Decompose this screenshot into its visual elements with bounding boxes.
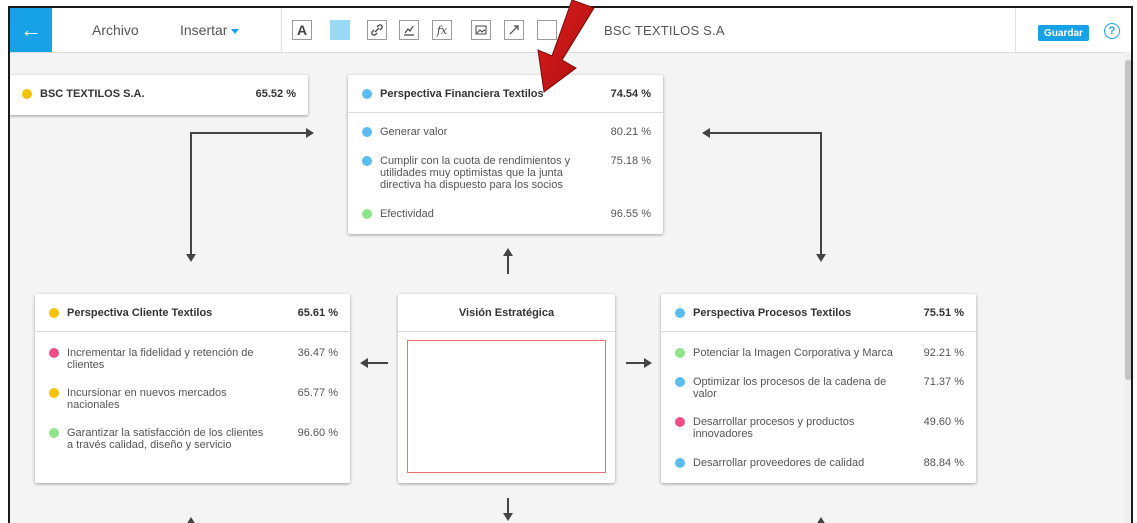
status-dot-icon — [362, 127, 372, 137]
fill-color-button[interactable] — [330, 20, 350, 40]
text-tool-button[interactable]: A — [292, 20, 312, 40]
arrow-down-icon — [186, 254, 196, 262]
arrow-right-icon — [306, 128, 314, 138]
perspective-card-procesos[interactable]: Perspectiva Procesos Textilos 75.51 % Po… — [661, 294, 976, 483]
status-dot-icon — [675, 458, 685, 468]
status-dot-icon — [362, 89, 372, 99]
function-icon: fx — [436, 23, 448, 37]
toolbar-divider — [281, 8, 282, 52]
vision-content-area[interactable] — [407, 340, 606, 473]
perspective-card-cliente[interactable]: Perspectiva Cliente Textilos 65.61 % Inc… — [35, 294, 350, 483]
scrollbar-thumb[interactable] — [1125, 60, 1131, 380]
connector-line — [190, 132, 192, 256]
menu-insertar[interactable]: Insertar — [180, 22, 240, 38]
objective-text: Potenciar la Imagen Corporativa y Marca — [693, 347, 893, 359]
status-dot-icon — [362, 156, 372, 166]
link-button[interactable] — [367, 20, 387, 40]
card-value: 75.51 % — [923, 307, 964, 319]
card-value: 65.61 % — [297, 307, 338, 319]
objective-value: 96.55 % — [610, 208, 651, 220]
objective-value: 88.84 % — [923, 457, 964, 469]
menu-insertar-label: Insertar — [180, 22, 228, 38]
formula-button[interactable]: fx — [432, 20, 452, 40]
arrow-left-icon — [702, 128, 710, 138]
card-value: 74.54 % — [610, 88, 651, 100]
arrow-left-icon — [360, 358, 368, 368]
card-title: Perspectiva Procesos Textilos — [693, 307, 852, 319]
objective-text: Desarrollar procesos y productos innovad… — [693, 416, 855, 440]
objective-text: Incursionar en nuevos mercados nacionale… — [67, 387, 227, 411]
caret-down-icon — [231, 28, 240, 34]
status-dot-icon — [49, 388, 59, 398]
connector-line — [626, 362, 646, 364]
status-dot-icon — [675, 308, 685, 318]
status-dot-icon — [362, 209, 372, 219]
chart-icon — [404, 25, 414, 36]
status-dot-icon — [675, 417, 685, 427]
menu-archivo[interactable]: Archivo — [92, 22, 139, 38]
back-button[interactable]: ← — [10, 8, 52, 52]
card-title: BSC TEXTILOS S.A. — [40, 88, 145, 100]
connector-line — [710, 132, 822, 134]
objective-text: Cumplir con la cuota de rendimientos y u… — [380, 155, 571, 191]
objective-text: Desarrollar proveedores de calidad — [693, 457, 865, 469]
objective-text: Incrementar la fidelidad y retención de … — [67, 347, 254, 371]
chart-button[interactable] — [399, 20, 419, 40]
image-icon — [475, 25, 487, 35]
connector-line — [368, 362, 388, 364]
vision-card[interactable]: Visión Estratégica — [398, 294, 615, 483]
connector-line — [190, 132, 308, 134]
arrow-up-icon — [503, 248, 513, 256]
card-title: Visión Estratégica — [458, 307, 555, 319]
connector-line — [507, 256, 509, 274]
vertical-scrollbar[interactable] — [1124, 52, 1131, 523]
objective-text: Garantizar la satisfacción de los client… — [67, 427, 264, 451]
help-icon[interactable]: ? — [1104, 23, 1120, 39]
arrow-down-icon — [816, 254, 826, 262]
status-dot-icon — [49, 348, 59, 358]
arrow-up-icon — [186, 517, 196, 523]
arrow-down-icon — [503, 513, 513, 521]
objective-value: 49.60 % — [923, 416, 964, 428]
objective-value: 80.21 % — [610, 126, 651, 138]
status-dot-icon — [49, 308, 59, 318]
connector-line — [507, 498, 509, 514]
card-title: Perspectiva Cliente Textilos — [67, 307, 213, 319]
text-icon: A — [296, 22, 308, 38]
document-title: BSC TEXTILOS S.A — [604, 23, 725, 38]
objective-value: 65.77 % — [297, 387, 338, 399]
objective-value: 96.60 % — [297, 427, 338, 439]
arrow-right-icon — [644, 358, 652, 368]
annotation-arrow-icon — [537, 0, 595, 93]
status-dot-icon — [49, 428, 59, 438]
save-button[interactable]: Guardar — [1038, 25, 1089, 41]
arrow-left-icon: ← — [20, 17, 42, 42]
objective-value: 36.47 % — [297, 347, 338, 359]
connector-line — [820, 132, 822, 256]
image-button[interactable] — [471, 20, 491, 40]
perspective-card-financiera[interactable]: Perspectiva Financiera Textilos 74.54 % … — [348, 75, 663, 234]
status-dot-icon — [22, 89, 32, 99]
card-value: 65.52 % — [255, 88, 296, 100]
root-card[interactable]: BSC TEXTILOS S.A. 65.52 % — [10, 75, 308, 115]
objective-value: 92.21 % — [923, 347, 964, 359]
arrow-up-icon — [816, 517, 826, 523]
link-icon — [371, 24, 383, 36]
toolbar-divider — [1015, 8, 1016, 52]
objective-value: 75.18 % — [610, 155, 651, 167]
status-dot-icon — [675, 348, 685, 358]
status-dot-icon — [675, 377, 685, 387]
objective-text: Generar valor — [380, 126, 448, 138]
objective-value: 71.37 % — [923, 376, 964, 388]
objective-text: Efectividad — [380, 208, 434, 220]
objective-text: Optimizar los procesos de la cadena de v… — [693, 376, 887, 400]
